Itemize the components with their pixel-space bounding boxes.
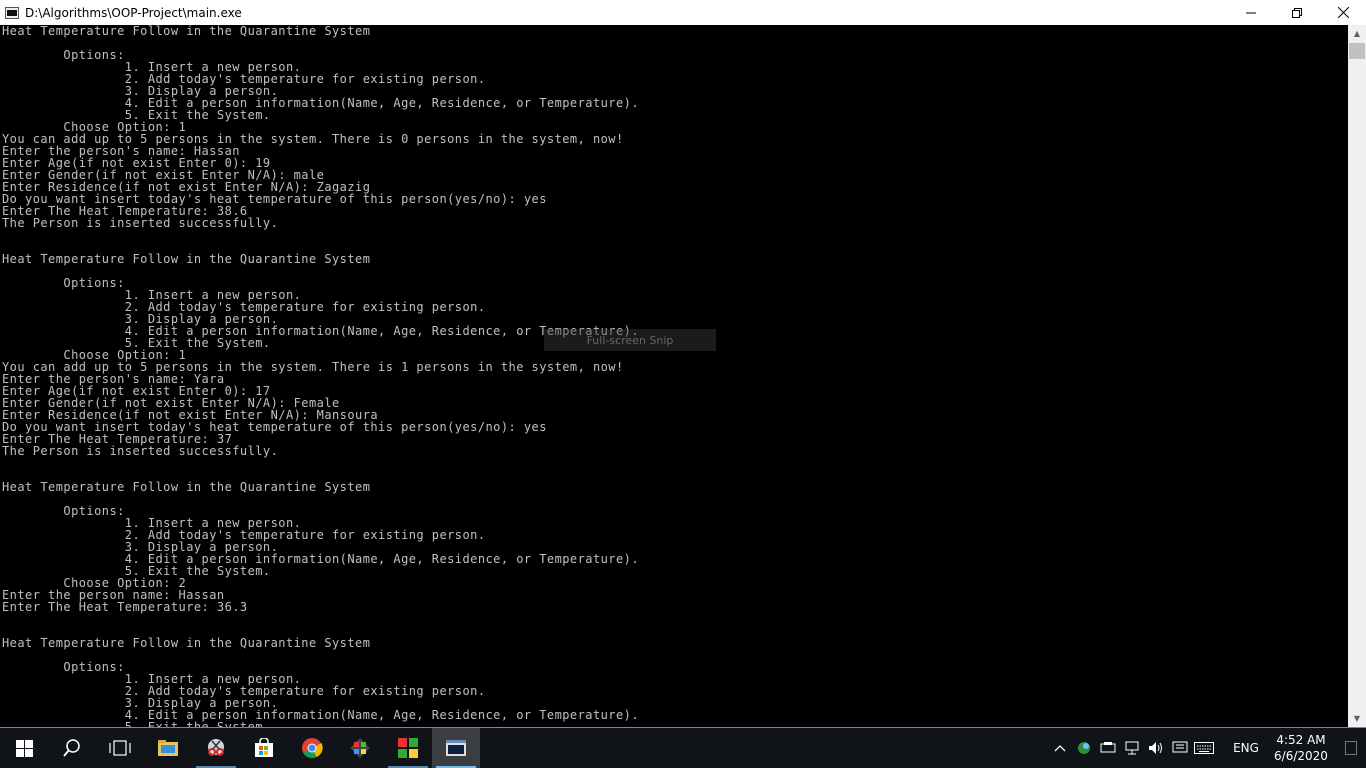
network-app-tray[interactable] — [1072, 728, 1096, 768]
volume-icon — [1149, 742, 1162, 754]
keyboard-tray[interactable] — [1192, 728, 1216, 768]
scroll-up-arrow-icon[interactable]: ▲ — [1348, 25, 1366, 42]
codeblocks[interactable] — [384, 728, 432, 768]
window-titlebar[interactable]: D:\Algorithms\OOP-Project\main.exe — [0, 0, 1366, 25]
console-line: Heat Temperature Follow in the Quarantin… — [2, 636, 371, 650]
snipping-tool[interactable] — [192, 728, 240, 768]
console-app-icon[interactable] — [5, 6, 19, 19]
git-app[interactable] — [336, 728, 384, 768]
console-line: 5. Exit the System. — [2, 564, 271, 578]
close-icon — [1337, 7, 1349, 18]
console-window[interactable] — [432, 728, 480, 768]
start-button[interactable] — [0, 728, 48, 768]
taskbar: ENG 4:52 AM 6/6/2020 — [0, 728, 1366, 768]
microsoft-store[interactable] — [240, 728, 288, 768]
console-line: The Person is inserted successfully. — [2, 444, 279, 458]
minimize-icon — [1246, 12, 1256, 13]
clock[interactable]: 4:52 AM 6/6/2020 — [1266, 732, 1336, 764]
chrome[interactable] — [288, 728, 336, 768]
network-tray[interactable] — [1120, 728, 1144, 768]
close-button[interactable] — [1320, 0, 1366, 25]
scrollbar-thumb[interactable] — [1349, 43, 1365, 59]
chrome-icon — [302, 738, 323, 759]
snipping-tool-icon — [208, 739, 224, 756]
notification-icon — [1345, 741, 1357, 755]
restore-button[interactable] — [1274, 0, 1320, 25]
snip-overlay: Full-screen Snip — [544, 329, 716, 351]
search-icon — [63, 739, 80, 757]
clock-date: 6/6/2020 — [1274, 749, 1328, 763]
console-line: The Person is inserted successfully. — [2, 216, 279, 230]
console-icon — [446, 740, 466, 756]
network-icon — [1125, 741, 1139, 755]
folder-icon — [158, 740, 178, 756]
vertical-scrollbar[interactable]: ▲ ▼ — [1348, 25, 1366, 727]
task-view-icon — [109, 740, 131, 756]
notifications-button[interactable] — [1336, 728, 1366, 768]
snip-label: Full-screen Snip — [586, 333, 674, 347]
console-text: Heat Temperature Follow in the Quarantin… — [0, 25, 1348, 727]
restore-icon — [1292, 7, 1302, 18]
git-icon — [350, 738, 370, 758]
windows-logo-icon — [15, 739, 33, 757]
codeblocks-icon — [398, 738, 418, 758]
device-tray[interactable] — [1096, 728, 1120, 768]
window-title: D:\Algorithms\OOP-Project\main.exe — [25, 5, 242, 20]
file-explorer[interactable] — [144, 728, 192, 768]
keyboard-icon — [1194, 742, 1214, 754]
task-view-button[interactable] — [96, 728, 144, 768]
minimize-button[interactable] — [1228, 0, 1274, 25]
system-tray: ENG 4:52 AM 6/6/2020 — [1048, 728, 1366, 768]
console-line: Heat Temperature Follow in the Quarantin… — [2, 25, 371, 38]
device-icon — [1100, 742, 1116, 753]
search-button[interactable] — [48, 728, 96, 768]
console-line: Enter The Heat Temperature: 36.3 — [2, 600, 248, 614]
action-center-tray[interactable] — [1168, 728, 1192, 768]
console-output[interactable]: Heat Temperature Follow in the Quarantin… — [0, 25, 1348, 727]
globe-app-icon — [1078, 742, 1090, 754]
console-line: Heat Temperature Follow in the Quarantin… — [2, 252, 371, 266]
console-line: Heat Temperature Follow in the Quarantin… — [2, 480, 371, 494]
store-icon — [255, 738, 273, 757]
message-icon — [1172, 741, 1188, 753]
volume-tray[interactable] — [1144, 728, 1168, 768]
chevron-up-icon — [1054, 745, 1066, 752]
console-line: 5. Exit the System. — [2, 108, 271, 122]
scroll-down-arrow-icon[interactable]: ▼ — [1348, 710, 1366, 727]
show-hidden-icons[interactable] — [1048, 728, 1072, 768]
language-indicator[interactable]: ENG — [1226, 741, 1266, 755]
window-controls — [1228, 0, 1366, 25]
clock-time: 4:52 AM — [1276, 733, 1326, 747]
